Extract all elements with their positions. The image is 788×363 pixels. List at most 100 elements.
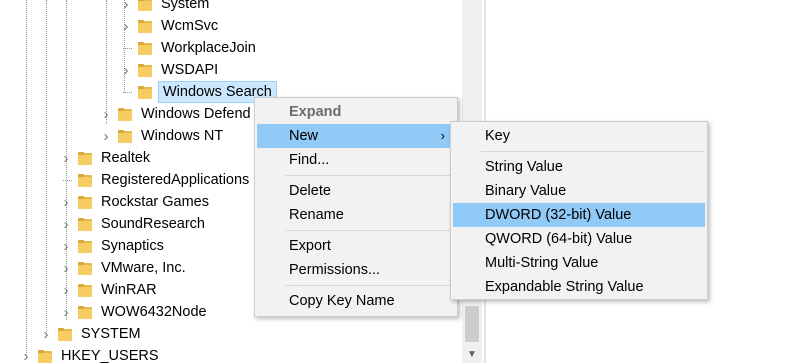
tree-item[interactable]: › WinRAR — [60, 279, 160, 301]
folder-icon — [138, 0, 152, 11]
chevron-right-icon[interactable]: › — [20, 348, 32, 363]
tree-item-label: Rockstar Games — [101, 194, 209, 210]
folder-icon — [138, 19, 152, 33]
tree-item-label: HKEY_USERS — [61, 348, 159, 363]
submenu-item-qword-value[interactable]: QWORD (64-bit) Value — [453, 227, 705, 251]
menu-item-permissions[interactable]: Permissions... — [257, 258, 455, 282]
tree-item[interactable]: › SoundResearch — [60, 213, 208, 235]
menu-item-label: String Value — [485, 159, 563, 175]
tree-guide-line — [46, 0, 47, 336]
tree-item-label: WcmSvc — [161, 18, 219, 34]
folder-icon — [38, 349, 52, 363]
menu-separator — [285, 285, 455, 286]
tree-item[interactable]: › WSDAPI — [120, 59, 221, 81]
chevron-right-icon[interactable]: › — [40, 326, 52, 343]
submenu-item-multi-string-value[interactable]: Multi-String Value — [453, 251, 705, 275]
context-menu: Expand New › Find... Delete Rename Expor… — [254, 97, 458, 317]
folder-icon — [78, 239, 92, 253]
tree-item[interactable]: › WOW6432Node — [60, 301, 210, 323]
menu-item-export[interactable]: Export — [257, 234, 455, 258]
tree-item-label: WorkplaceJoin — [161, 40, 256, 56]
menu-item-copy-key-name[interactable]: Copy Key Name — [257, 289, 455, 313]
tree-item[interactable]: › System — [120, 0, 212, 15]
submenu-item-string-value[interactable]: String Value — [453, 155, 705, 179]
submenu-item-key[interactable]: Key — [453, 124, 705, 148]
scrollbar-thumb[interactable] — [465, 306, 479, 342]
menu-item-expand[interactable]: Expand — [257, 100, 455, 124]
folder-icon — [118, 129, 132, 143]
tree-item-label: WinRAR — [101, 282, 157, 298]
menu-item-label: Key — [485, 128, 510, 144]
folder-icon — [78, 195, 92, 209]
menu-item-find[interactable]: Find... — [257, 148, 455, 172]
chevron-right-icon[interactable]: › — [60, 216, 72, 233]
chevron-right-icon[interactable]: › — [60, 260, 72, 277]
tree-item[interactable]: › Windows Defend — [100, 103, 254, 125]
folder-icon — [78, 173, 92, 187]
chevron-right-icon[interactable]: › — [100, 106, 112, 123]
tree-item[interactable]: › VMware, Inc. — [60, 257, 189, 279]
menu-item-label: DWORD (32-bit) Value — [485, 207, 632, 223]
folder-icon — [78, 151, 92, 165]
menu-item-label: Binary Value — [485, 183, 567, 199]
menu-item-label: Expandable String Value — [485, 279, 644, 295]
menu-item-label: Delete — [289, 183, 331, 199]
folder-icon — [138, 41, 152, 55]
tree-item[interactable]: › WcmSvc — [120, 15, 221, 37]
tree-item-label: SoundResearch — [101, 216, 205, 232]
tree-item[interactable]: › Realtek — [60, 147, 153, 169]
tree-item-label: WOW6432Node — [101, 304, 207, 320]
chevron-right-icon[interactable]: › — [60, 282, 72, 299]
tree-item[interactable]: › HKEY_USERS — [20, 345, 162, 363]
tree-item-label: RegisteredApplications — [101, 172, 250, 188]
tree-item-label: VMware, Inc. — [101, 260, 186, 276]
menu-separator — [285, 230, 455, 231]
tree-item[interactable]: › SYSTEM — [40, 323, 144, 345]
chevron-right-icon[interactable]: › — [120, 18, 132, 35]
chevron-right-icon[interactable]: › — [120, 62, 132, 79]
tree-item[interactable]: RegisteredApplications — [60, 169, 252, 191]
tree-item[interactable]: › Synaptics — [60, 235, 167, 257]
folder-icon — [138, 63, 152, 77]
folder-icon — [78, 305, 92, 319]
tree-item[interactable]: › Windows NT — [100, 125, 226, 147]
submenu-item-binary-value[interactable]: Binary Value — [453, 179, 705, 203]
chevron-right-icon[interactable]: › — [60, 150, 72, 167]
tree-item-label: SYSTEM — [81, 326, 141, 342]
menu-separator — [285, 175, 455, 176]
chevron-right-icon[interactable]: › — [100, 128, 112, 145]
tree-item[interactable]: WorkplaceJoin — [120, 37, 259, 59]
submenu-item-dword-value[interactable]: DWORD (32-bit) Value — [453, 203, 705, 227]
scroll-down-arrow-icon[interactable]: ▼ — [462, 346, 482, 363]
tree-item-label: Realtek — [101, 150, 151, 166]
chevron-right-icon[interactable]: › — [60, 194, 72, 211]
folder-icon — [78, 217, 92, 231]
menu-item-delete[interactable]: Delete — [257, 179, 455, 203]
menu-item-label: Permissions... — [289, 262, 381, 278]
folder-icon — [138, 85, 152, 99]
menu-item-label: QWORD (64-bit) Value — [485, 231, 633, 247]
chevron-right-icon: › — [440, 128, 445, 143]
menu-item-label: Expand — [289, 104, 342, 120]
menu-item-label: New — [289, 128, 319, 144]
menu-item-label: Find... — [289, 152, 330, 168]
menu-item-label: Rename — [289, 207, 344, 223]
folder-icon — [118, 107, 132, 121]
menu-separator — [481, 151, 705, 152]
menu-item-new[interactable]: New › — [257, 124, 455, 148]
tree-item[interactable]: › Rockstar Games — [60, 191, 212, 213]
chevron-right-icon[interactable]: › — [60, 304, 72, 321]
tree-item-label: Windows Defend — [141, 106, 251, 122]
menu-item-label: Multi-String Value — [485, 255, 599, 271]
menu-item-label: Export — [289, 238, 331, 254]
new-submenu: Key String Value Binary Value DWORD (32-… — [450, 121, 708, 300]
folder-icon — [78, 261, 92, 275]
folder-icon — [58, 327, 72, 341]
menu-item-rename[interactable]: Rename — [257, 203, 455, 227]
tree-item-label: System — [161, 0, 210, 12]
submenu-item-expandable-string-value[interactable]: Expandable String Value — [453, 275, 705, 299]
chevron-right-icon[interactable]: › — [120, 0, 132, 13]
folder-icon — [78, 283, 92, 297]
chevron-right-icon[interactable]: › — [60, 238, 72, 255]
tree-guide-line — [26, 0, 27, 355]
